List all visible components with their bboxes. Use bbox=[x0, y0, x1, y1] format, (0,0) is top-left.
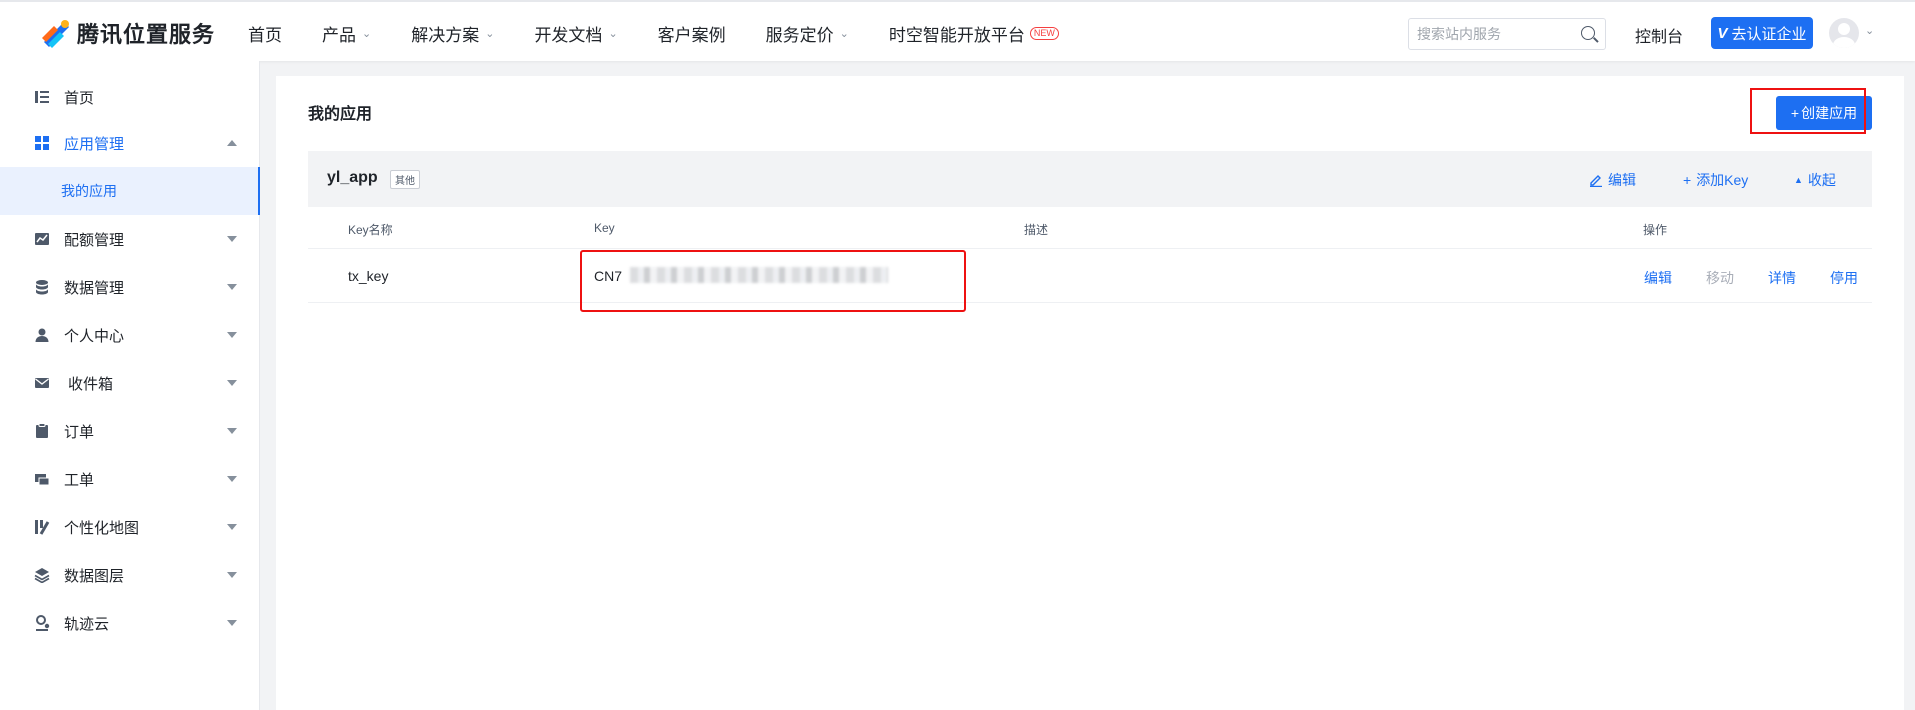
tencent-location-logo-icon bbox=[40, 18, 73, 48]
chevron-down-icon: ⌄ bbox=[839, 28, 849, 40]
sidebar-item-label: 订单 bbox=[64, 423, 95, 441]
plus-icon: + bbox=[1683, 172, 1692, 188]
move-key-link: 移动 bbox=[1706, 270, 1734, 286]
avatar[interactable] bbox=[1829, 18, 1859, 48]
app-card-header: yl_app 其他 编辑 + 添加Key ▲ 收起 bbox=[308, 151, 1872, 207]
key-value-cell[interactable]: CN7 bbox=[594, 267, 888, 284]
sidebar-item-label: 收件箱 bbox=[68, 375, 114, 393]
grid-icon bbox=[35, 136, 49, 150]
map-style-icon bbox=[35, 520, 50, 535]
caret-up-icon bbox=[227, 140, 237, 146]
user-icon bbox=[35, 328, 49, 342]
app-name: yl_app bbox=[327, 169, 378, 186]
page-title: 我的应用 bbox=[308, 106, 373, 123]
nav-docs[interactable]: 开发文档 ⌄ bbox=[534, 21, 617, 46]
caret-down-icon bbox=[227, 620, 237, 626]
sidebar-item-profile[interactable]: 个人中心 bbox=[0, 311, 260, 359]
app-category-tag: 其他 bbox=[390, 170, 420, 189]
sidebar-item-orders[interactable]: 订单 bbox=[0, 407, 260, 455]
sidebar-item-custom-map[interactable]: 个性化地图 bbox=[0, 503, 260, 551]
logo[interactable]: 腾讯位置服务 bbox=[40, 17, 215, 49]
top-navbar: 腾讯位置服务 首页 产品 ⌄ 解决方案 ⌄ 开发文档 ⌄ 客户案例 服务定价 ⌄ 时空智… bbox=[0, 0, 1915, 61]
track-icon bbox=[36, 615, 50, 631]
sidebar-item-label: 数据管理 bbox=[64, 279, 125, 297]
search-icon[interactable] bbox=[1581, 26, 1595, 40]
sidebar-item-label: 个人中心 bbox=[64, 327, 125, 345]
database-icon bbox=[36, 280, 48, 295]
key-details-link[interactable]: 详情 bbox=[1768, 268, 1796, 288]
verified-icon: V bbox=[1717, 24, 1728, 42]
search-input[interactable] bbox=[1409, 19, 1569, 49]
column-header: 描述 bbox=[1024, 223, 1049, 237]
edit-icon bbox=[1590, 175, 1602, 187]
caret-down-icon bbox=[227, 428, 237, 434]
sidebar-item-label: 个性化地图 bbox=[64, 519, 140, 537]
table-row: tx_key CN7 编辑 移动 详情 停用 bbox=[308, 249, 1872, 303]
ticket-icon bbox=[35, 474, 50, 486]
sidebar-item-data-layers[interactable]: 数据图层 bbox=[0, 551, 260, 599]
sidebar-item-home[interactable]: 首页 bbox=[0, 73, 260, 121]
chart-icon bbox=[35, 233, 49, 245]
sidebar-item-quota[interactable]: 配额管理 bbox=[0, 215, 260, 263]
layers-icon bbox=[34, 568, 50, 583]
main-nav: 首页 产品 ⌄ 解决方案 ⌄ 开发文档 ⌄ 客户案例 服务定价 ⌄ 时空智能开放平台 NE… bbox=[248, 21, 1099, 46]
nav-solutions[interactable]: 解决方案 ⌄ bbox=[411, 21, 494, 46]
caret-down-icon bbox=[227, 476, 237, 482]
edit-key-link[interactable]: 编辑 bbox=[1644, 268, 1672, 288]
edit-app-button[interactable]: 编辑 bbox=[1589, 170, 1636, 190]
nav-products[interactable]: 产品 ⌄ bbox=[322, 21, 371, 46]
plus-icon: + bbox=[1790, 105, 1800, 121]
sidebar: 首页 应用管理 我的应用 配额管理 数据管理 个人中心 收件箱 订单 工单 个性… bbox=[0, 61, 260, 710]
add-key-button[interactable]: + 添加Key bbox=[1683, 170, 1748, 190]
caret-down-icon bbox=[227, 284, 237, 290]
sidebar-item-inbox[interactable]: 收件箱 bbox=[0, 359, 260, 407]
main-content: 我的应用 + 创建应用 yl_app 其他 编辑 + 添加Key ▲ 收起 Key… bbox=[276, 76, 1904, 710]
column-header: Key名称 bbox=[348, 223, 393, 237]
new-badge: NEW bbox=[1029, 27, 1059, 40]
caret-down-icon bbox=[227, 380, 237, 386]
chevron-down-icon: ⌄ bbox=[362, 28, 372, 40]
caret-down-icon bbox=[227, 572, 237, 578]
sidebar-item-label: 数据图层 bbox=[64, 567, 125, 585]
sidebar-item-label: 应用管理 bbox=[64, 135, 125, 153]
console-link[interactable]: 控制台 bbox=[1635, 23, 1683, 47]
list-icon bbox=[35, 91, 49, 103]
sidebar-item-app-management[interactable]: 应用管理 bbox=[0, 119, 260, 167]
caret-down-icon bbox=[227, 236, 237, 242]
keys-table-header: Key名称 Key 描述 操作 bbox=[308, 207, 1872, 249]
disable-key-link[interactable]: 停用 bbox=[1830, 268, 1858, 288]
mail-icon bbox=[35, 378, 49, 388]
sidebar-item-tickets[interactable]: 工单 bbox=[0, 455, 260, 503]
collapse-button[interactable]: ▲ 收起 bbox=[1794, 170, 1836, 190]
sidebar-item-data[interactable]: 数据管理 bbox=[0, 263, 260, 311]
caret-down-icon bbox=[227, 524, 237, 530]
key-name-cell: tx_key bbox=[348, 268, 389, 284]
sidebar-subitem-my-apps[interactable]: 我的应用 bbox=[0, 167, 260, 215]
nav-spatiotemporal-platform[interactable]: 时空智能开放平台 NEW bbox=[889, 21, 1059, 46]
nav-pricing[interactable]: 服务定价 ⌄ bbox=[766, 21, 849, 46]
certify-enterprise-button[interactable]: V 去认证企业 bbox=[1711, 17, 1813, 49]
chevron-down-icon: ⌄ bbox=[608, 28, 618, 40]
chevron-down-icon: ⌄ bbox=[485, 28, 495, 40]
sidebar-item-label: 工单 bbox=[64, 471, 95, 489]
clipboard-icon bbox=[36, 423, 48, 438]
sidebar-item-label: 配额管理 bbox=[64, 231, 125, 249]
create-app-button[interactable]: + 创建应用 bbox=[1776, 96, 1872, 130]
sidebar-item-label: 轨迹云 bbox=[64, 615, 110, 633]
caret-down-icon bbox=[227, 332, 237, 338]
column-header: Key bbox=[594, 221, 615, 235]
sidebar-item-label: 首页 bbox=[64, 89, 95, 107]
nav-home[interactable]: 首页 bbox=[248, 21, 282, 46]
site-search bbox=[1408, 18, 1606, 50]
column-header: 操作 bbox=[1643, 223, 1668, 237]
caret-up-icon: ▲ bbox=[1794, 175, 1803, 185]
nav-cases[interactable]: 客户案例 bbox=[658, 21, 726, 46]
sidebar-item-track-cloud[interactable]: 轨迹云 bbox=[0, 599, 260, 647]
chevron-down-icon[interactable]: ⌄ bbox=[1865, 24, 1874, 37]
redacted-key-blur bbox=[630, 267, 888, 283]
logo-text: 腾讯位置服务 bbox=[77, 22, 216, 47]
